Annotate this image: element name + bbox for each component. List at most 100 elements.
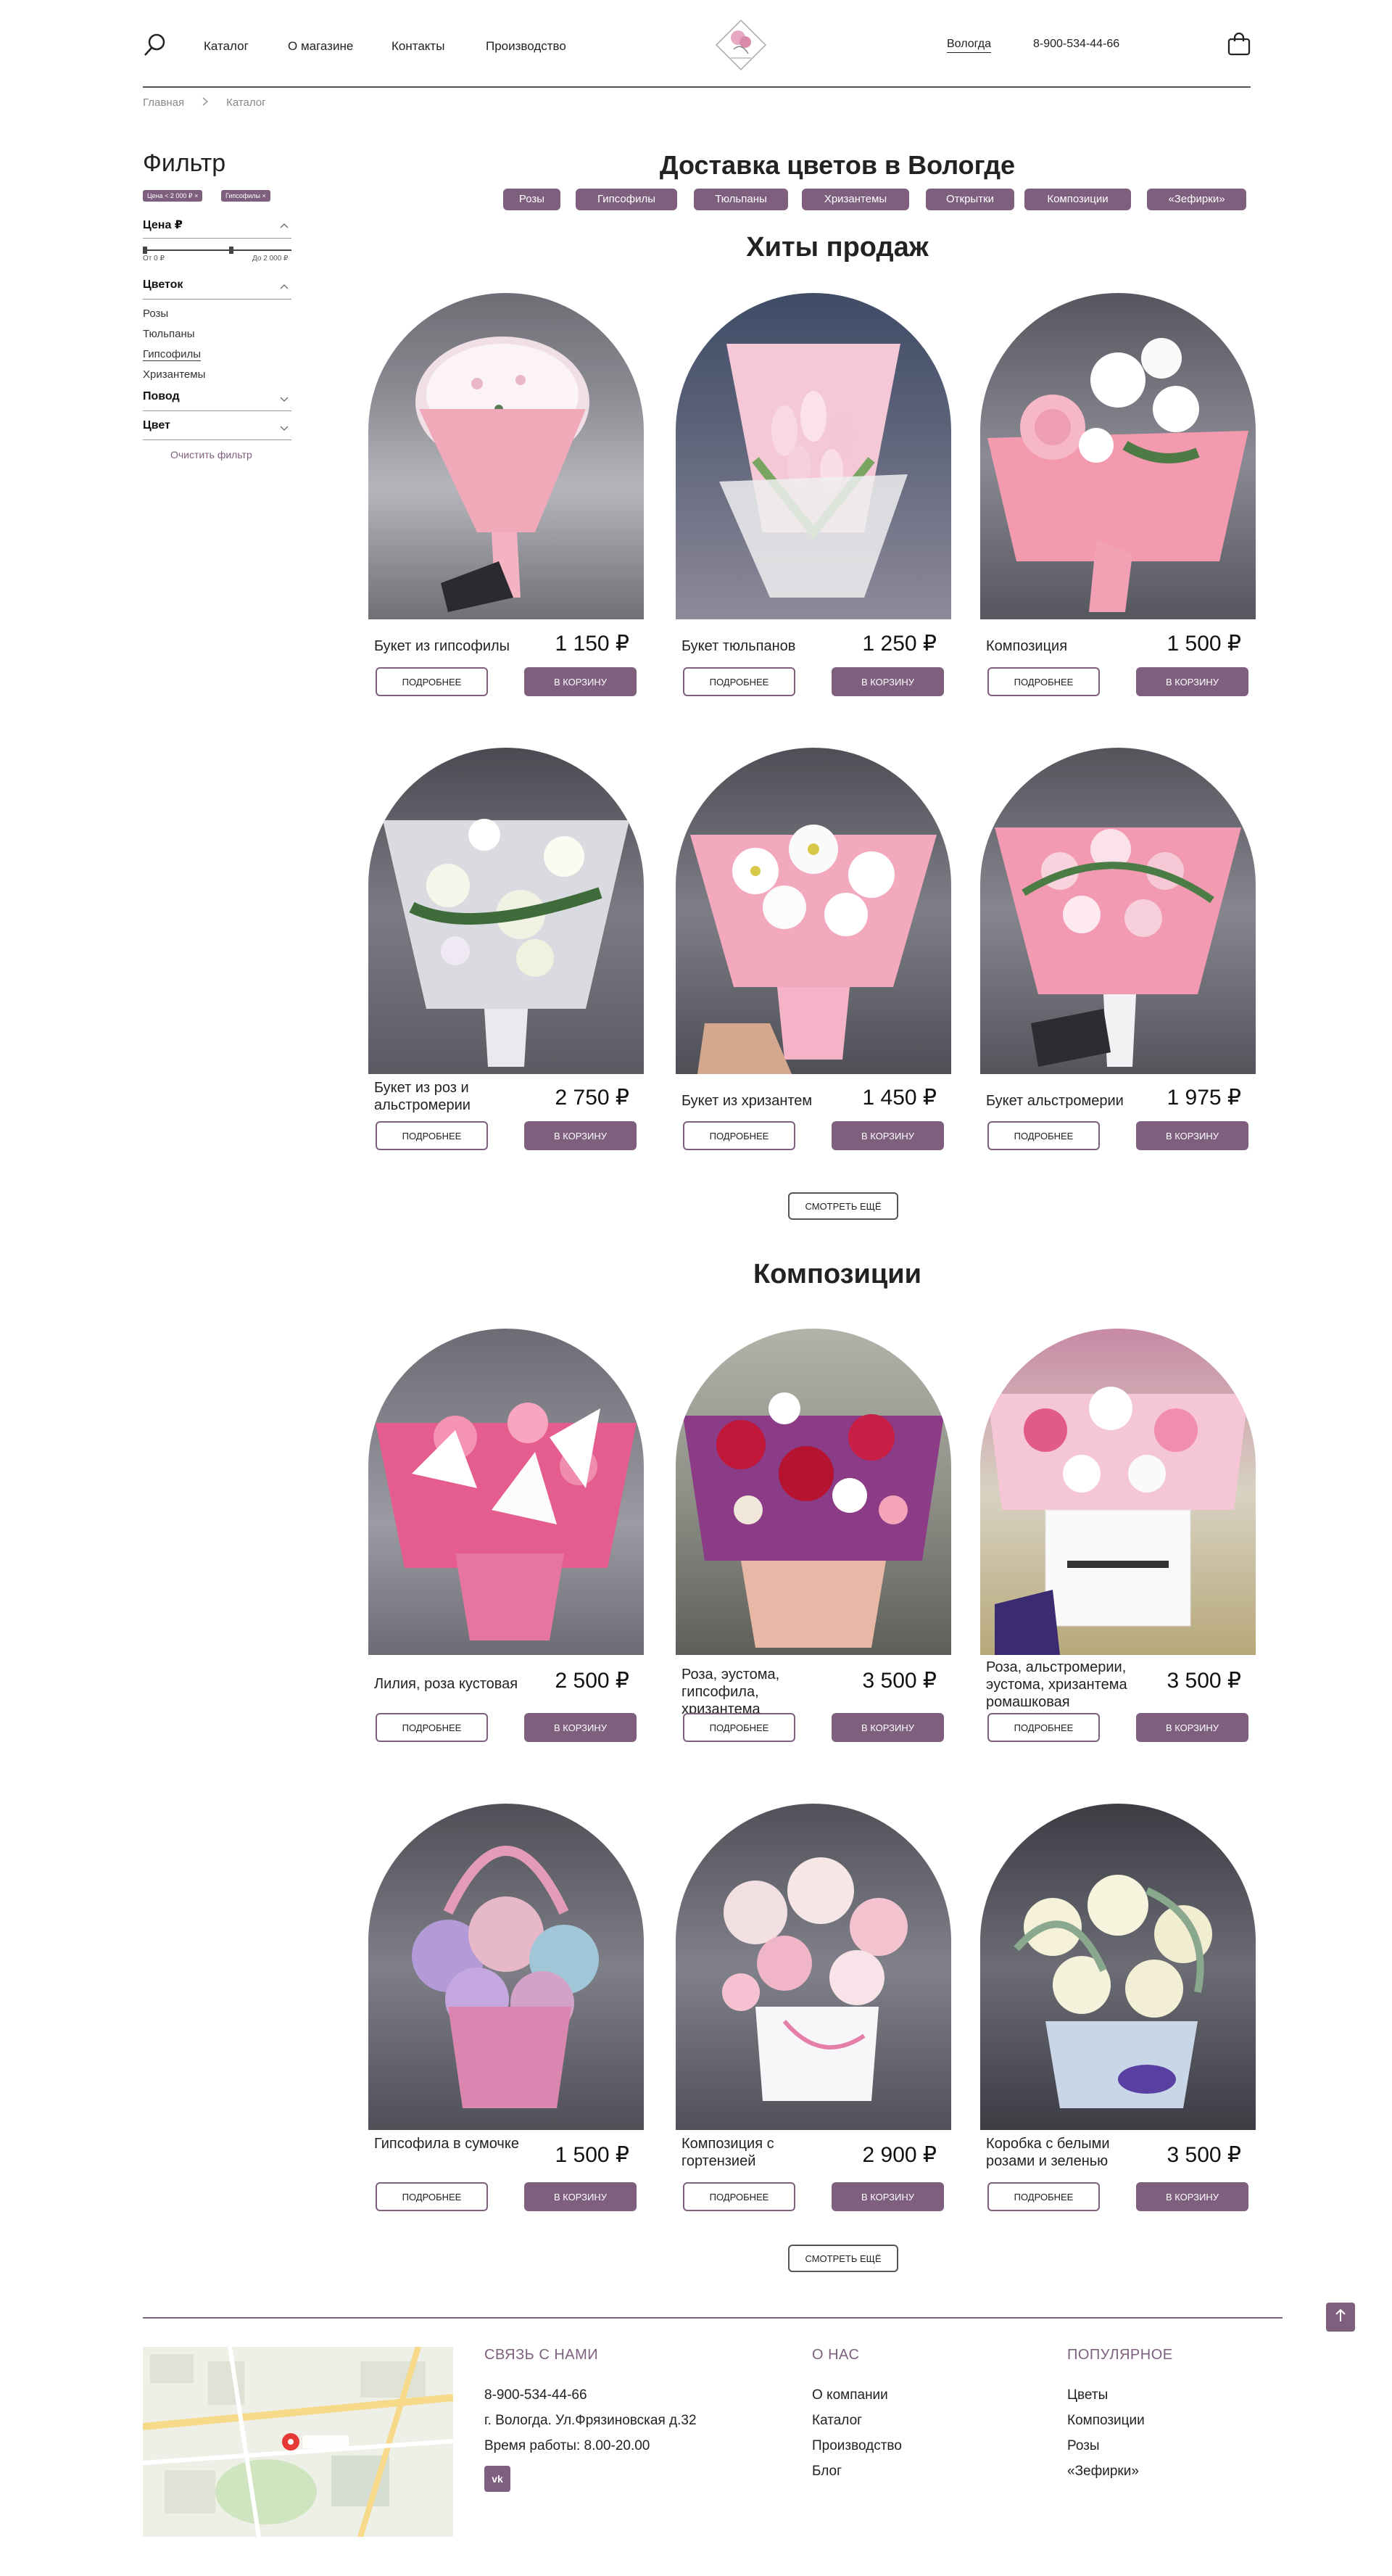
details-button[interactable]: ПОДРОБНЕЕ bbox=[376, 667, 488, 696]
category-cards[interactable]: Открытки bbox=[926, 189, 1014, 210]
add-to-cart-button[interactable]: В КОРЗИНУ bbox=[524, 1121, 637, 1150]
product-name: Коробка с белыми розами и зеленью bbox=[986, 2136, 1110, 2169]
add-to-cart-button[interactable]: В КОРЗИНУ bbox=[832, 2182, 944, 2211]
product-name: Гипсофила в сумочке bbox=[374, 2136, 519, 2152]
product-price: 1 500 ₽ bbox=[1167, 632, 1242, 656]
category-chrysanthemums[interactable]: Хризантемы bbox=[802, 189, 909, 210]
vk-icon[interactable]: vk bbox=[484, 2466, 510, 2492]
clear-filter-button[interactable]: Очистить фильтр bbox=[170, 449, 252, 461]
header-phone[interactable]: 8-900-534-44-66 bbox=[1033, 38, 1119, 51]
filter-color-header[interactable]: Цвет bbox=[143, 419, 291, 441]
price-slider-max-handle[interactable] bbox=[229, 247, 233, 254]
add-to-cart-button[interactable]: В КОРЗИНУ bbox=[832, 667, 944, 696]
footer-address: г. Вологда. Ул.Фрязиновская д.32 bbox=[484, 2413, 697, 2428]
details-button[interactable]: ПОДРОБНЕЕ bbox=[987, 1121, 1100, 1150]
category-compositions[interactable]: Композиции bbox=[1024, 189, 1131, 210]
product-photo[interactable] bbox=[676, 1329, 951, 1655]
footer-link-flowers[interactable]: Цветы bbox=[1067, 2387, 1108, 2403]
nav-production[interactable]: Производство bbox=[486, 39, 566, 54]
details-button[interactable]: ПОДРОБНЕЕ bbox=[376, 1121, 488, 1150]
product-name: Букет из гипсофилы bbox=[374, 638, 510, 654]
product-price: 2 500 ₽ bbox=[555, 1669, 630, 1693]
footer-link-catalog[interactable]: Каталог bbox=[812, 2413, 862, 2429]
category-roses[interactable]: Розы bbox=[503, 189, 560, 210]
scroll-to-top-button[interactable] bbox=[1326, 2303, 1355, 2332]
footer-link-company[interactable]: О компании bbox=[812, 2387, 888, 2403]
logo-icon[interactable] bbox=[709, 13, 773, 77]
product-photo[interactable] bbox=[368, 1329, 644, 1655]
product-photo[interactable] bbox=[368, 748, 644, 1074]
product-photo[interactable] bbox=[368, 293, 644, 619]
footer-contact-title: СВЯЗЬ С НАМИ bbox=[484, 2347, 599, 2363]
footer-link-blog[interactable]: Блог bbox=[812, 2464, 842, 2480]
add-to-cart-button[interactable]: В КОРЗИНУ bbox=[524, 667, 637, 696]
product-price: 1 150 ₽ bbox=[555, 632, 630, 656]
footer-link-zefirki[interactable]: «Зефирки» bbox=[1067, 2464, 1139, 2480]
add-to-cart-button[interactable]: В КОРЗИНУ bbox=[524, 1713, 637, 1742]
price-slider-min-handle[interactable] bbox=[143, 247, 147, 254]
filter-chip-price[interactable]: Цена < 2 000 ₽ × bbox=[143, 190, 203, 202]
footer-link-compositions[interactable]: Композиции bbox=[1067, 2413, 1145, 2429]
details-button[interactable]: ПОДРОБНЕЕ bbox=[683, 667, 795, 696]
filter-chip-gypsophila[interactable]: Гипсофилы × bbox=[221, 190, 270, 202]
category-tulips[interactable]: Тюльпаны bbox=[694, 189, 788, 210]
footer-popular-title: ПОПУЛЯРНОЕ bbox=[1067, 2347, 1173, 2363]
details-button[interactable]: ПОДРОБНЕЕ bbox=[376, 2182, 488, 2211]
see-more-compositions-button[interactable]: СМОТРЕТЬ ЕЩЁ bbox=[788, 2245, 898, 2272]
price-slider[interactable] bbox=[143, 249, 291, 251]
location-map[interactable] bbox=[143, 2347, 453, 2537]
add-to-cart-button[interactable]: В КОРЗИНУ bbox=[1136, 667, 1248, 696]
add-to-cart-button[interactable]: В КОРЗИНУ bbox=[832, 1121, 944, 1150]
search-icon[interactable] bbox=[143, 33, 166, 57]
cart-icon[interactable] bbox=[1227, 32, 1251, 57]
product-photo[interactable] bbox=[676, 1804, 951, 2130]
product-photo[interactable] bbox=[980, 1804, 1256, 2130]
filter-flower-header[interactable]: Цветок bbox=[143, 278, 291, 300]
nav-catalog[interactable]: Каталог bbox=[204, 39, 249, 54]
product-price: 3 500 ₽ bbox=[862, 1669, 937, 1693]
add-to-cart-button[interactable]: В КОРЗИНУ bbox=[1136, 1713, 1248, 1742]
product-photo[interactable] bbox=[980, 748, 1256, 1074]
add-to-cart-button[interactable]: В КОРЗИНУ bbox=[524, 2182, 637, 2211]
city-selector[interactable]: Вологда bbox=[947, 38, 991, 53]
product-photo[interactable] bbox=[980, 1329, 1256, 1655]
product-photo[interactable] bbox=[676, 748, 951, 1074]
product-name: Роза, эустома, гипсофила, хризантема bbox=[682, 1667, 780, 1717]
details-button[interactable]: ПОДРОБНЕЕ bbox=[683, 1713, 795, 1742]
see-more-hits-button[interactable]: СМОТРЕТЬ ЕЩЁ bbox=[788, 1192, 898, 1220]
filter-option-roses[interactable]: Розы bbox=[143, 307, 168, 320]
add-to-cart-button[interactable]: В КОРЗИНУ bbox=[1136, 1121, 1248, 1150]
details-button[interactable]: ПОДРОБНЕЕ bbox=[376, 1713, 488, 1742]
filter-price-header[interactable]: Цена ₽ bbox=[143, 218, 291, 239]
product-photo[interactable] bbox=[676, 293, 951, 619]
product-name: Лилия, роза кустовая bbox=[374, 1676, 518, 1692]
arrow-up-icon bbox=[1334, 2308, 1347, 2327]
add-to-cart-button[interactable]: В КОРЗИНУ bbox=[832, 1713, 944, 1742]
product-photo[interactable] bbox=[368, 1804, 644, 2130]
chevron-down-icon bbox=[280, 422, 289, 434]
footer-phone[interactable]: 8-900-534-44-66 bbox=[484, 2387, 587, 2403]
category-zefirki[interactable]: «Зефирки» bbox=[1147, 189, 1246, 210]
footer-link-production[interactable]: Производство bbox=[812, 2438, 902, 2454]
filter-occasion-header[interactable]: Повод bbox=[143, 390, 291, 412]
filter-occasion-label: Повод bbox=[143, 390, 180, 402]
details-button[interactable]: ПОДРОБНЕЕ bbox=[987, 1713, 1100, 1742]
filter-option-gypsophila[interactable]: Гипсофилы bbox=[143, 348, 202, 361]
breadcrumb-home[interactable]: Главная bbox=[143, 96, 184, 109]
category-gypsophila[interactable]: Гипсофилы bbox=[576, 189, 677, 210]
nav-about[interactable]: О магазине bbox=[288, 39, 353, 54]
add-to-cart-button[interactable]: В КОРЗИНУ bbox=[1136, 2182, 1248, 2211]
product-photo[interactable] bbox=[980, 293, 1256, 619]
filter-title: Фильтр bbox=[143, 149, 226, 177]
nav-contacts[interactable]: Контакты bbox=[392, 39, 444, 54]
details-button[interactable]: ПОДРОБНЕЕ bbox=[683, 1121, 795, 1150]
filter-option-tulips[interactable]: Тюльпаны bbox=[143, 328, 195, 340]
filter-option-chrysanthemums[interactable]: Хризантемы bbox=[143, 368, 205, 381]
footer-link-roses[interactable]: Розы bbox=[1067, 2438, 1100, 2454]
filter-flower-label: Цветок bbox=[143, 278, 183, 291]
breadcrumb: Главная Каталог bbox=[143, 96, 266, 109]
details-button[interactable]: ПОДРОБНЕЕ bbox=[987, 2182, 1100, 2211]
chevron-up-icon bbox=[280, 219, 289, 231]
details-button[interactable]: ПОДРОБНЕЕ bbox=[987, 667, 1100, 696]
details-button[interactable]: ПОДРОБНЕЕ bbox=[683, 2182, 795, 2211]
